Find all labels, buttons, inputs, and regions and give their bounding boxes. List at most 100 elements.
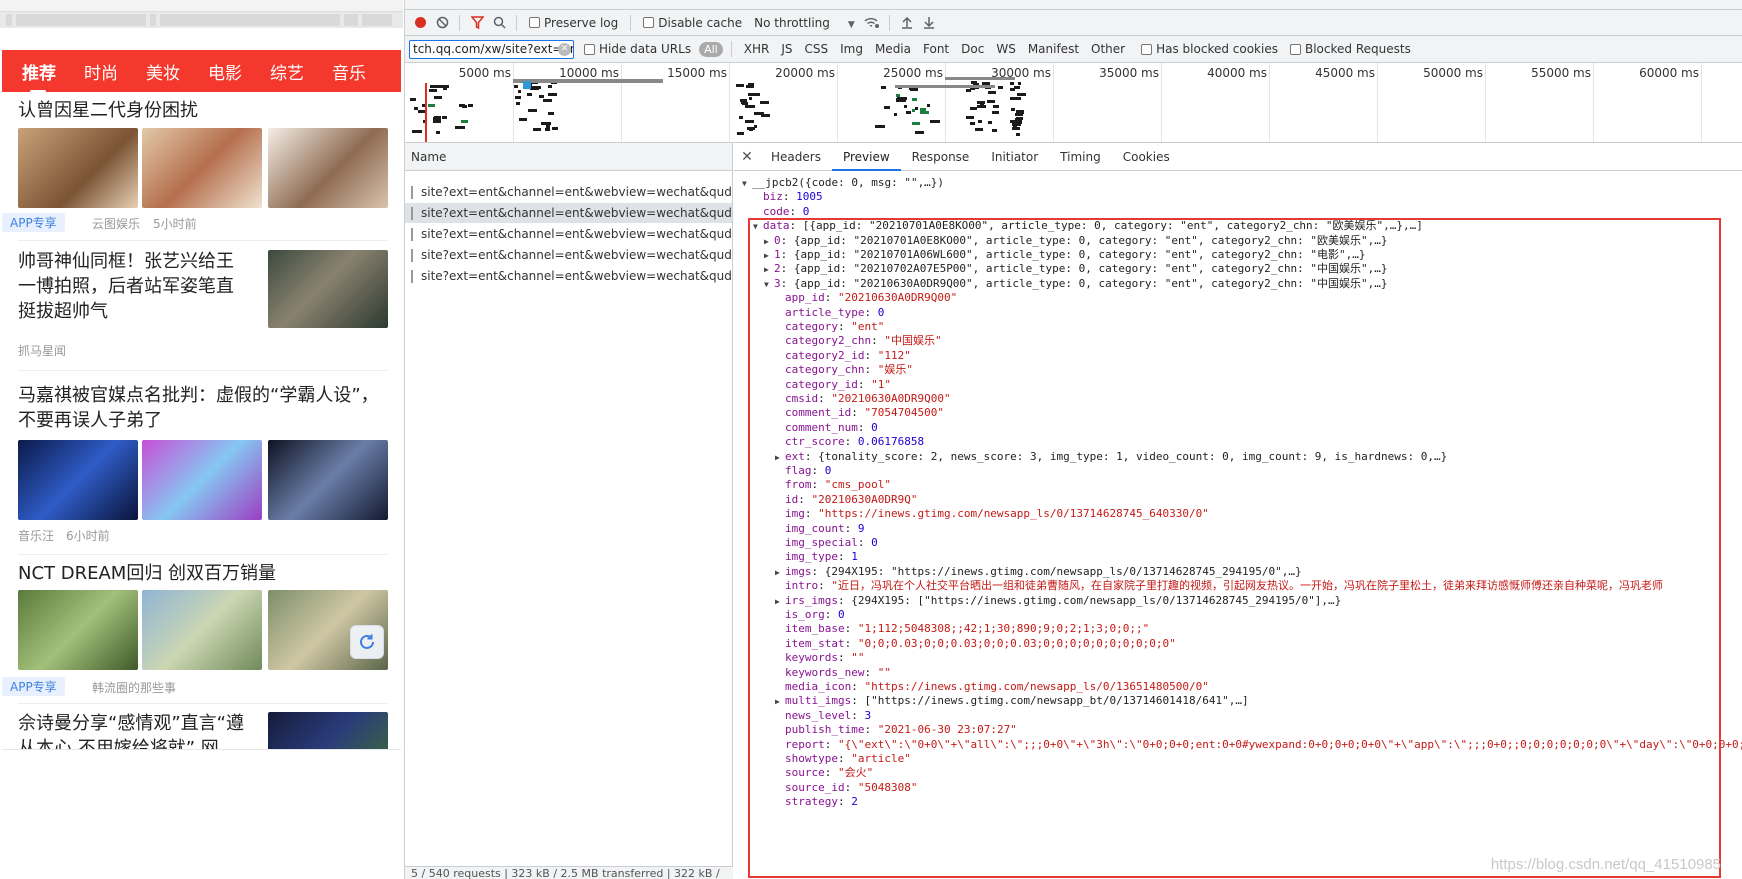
tab-initiator[interactable]: Initiator bbox=[980, 143, 1049, 171]
article-title[interactable]: 挺拔超帅气 bbox=[18, 298, 108, 325]
refresh-button[interactable] bbox=[350, 625, 384, 659]
devtools-tabs bbox=[405, 0, 1742, 10]
article-title[interactable]: 帅哥神仙同框！张艺兴给王 bbox=[18, 248, 234, 275]
close-icon[interactable]: ✕ bbox=[734, 149, 760, 165]
request-row[interactable]: site?ext=ent&channel=ent&webview=wechat&… bbox=[405, 182, 732, 203]
devtools-panel: Preserve log Disable cache No throttling… bbox=[404, 0, 1742, 879]
tab-headers[interactable]: Headers bbox=[760, 143, 832, 171]
checkbox-box[interactable] bbox=[643, 17, 655, 28]
json-key: item_stat bbox=[785, 636, 845, 650]
tab-preview[interactable]: Preview bbox=[831, 143, 901, 171]
import-har-button[interactable] bbox=[896, 12, 918, 34]
json-value: : bbox=[811, 478, 825, 492]
expand-triangle-icon[interactable]: ▼ bbox=[753, 219, 763, 235]
network-conditions-button[interactable] bbox=[861, 12, 883, 34]
article-thumbnail[interactable] bbox=[268, 128, 388, 208]
json-tree-line[interactable]: ▶ irs_imgs: {294X195: ["https://inews.gti… bbox=[775, 593, 1341, 609]
json-value: "娱乐" bbox=[877, 363, 913, 377]
throttling-select[interactable]: No throttling ▼ bbox=[754, 16, 855, 30]
request-row[interactable]: site?ext=ent&channel=ent&webview=wechat&… bbox=[405, 224, 732, 245]
json-key: is_org bbox=[785, 608, 825, 621]
json-value: "article" bbox=[851, 752, 911, 765]
app-exclusive-badge: APP专享 bbox=[2, 213, 65, 232]
record-icon bbox=[414, 17, 426, 28]
dom-content-loaded-marker bbox=[425, 83, 427, 142]
article-title[interactable]: NCT DREAM回归 创双百万销量 bbox=[18, 560, 276, 587]
type-filter-js[interactable]: JS bbox=[777, 42, 796, 56]
expand-triangle-icon[interactable]: ▼ bbox=[764, 277, 774, 293]
preserve-log-checkbox[interactable]: Preserve log bbox=[529, 16, 618, 30]
json-value: "2021-06-30 23:07:27" bbox=[877, 723, 1017, 737]
expand-triangle-icon[interactable]: ▼ bbox=[742, 176, 752, 192]
channel-tab-3[interactable]: 电影 bbox=[194, 59, 256, 84]
has-blocked-cookies-checkbox[interactable]: Has blocked cookies bbox=[1141, 42, 1278, 56]
json-key: comment_id bbox=[785, 406, 852, 420]
type-filter-other[interactable]: Other bbox=[1087, 42, 1129, 56]
toolbar-divider bbox=[516, 14, 517, 31]
json-value: "20210630A0DR9Q00" bbox=[831, 392, 951, 405]
json-tree-line[interactable]: ▶ ext: {tonality_score: 2, news_score: 3,… bbox=[775, 449, 1447, 465]
channel-tab-1[interactable]: 时尚 bbox=[70, 59, 132, 84]
article-thumbnail[interactable] bbox=[18, 128, 138, 208]
type-filter-all[interactable]: All bbox=[699, 41, 723, 57]
article-thumbnail[interactable] bbox=[142, 440, 262, 520]
article-thumbnail[interactable] bbox=[18, 590, 138, 670]
article-title[interactable]: 佘诗曼分享“感情观”直言“遵 bbox=[18, 710, 244, 737]
article-thumbnail[interactable] bbox=[268, 440, 388, 520]
channel-tab-2[interactable]: 美妆 bbox=[132, 59, 194, 84]
article-title[interactable]: 一博拍照，后者站军姿笔直 bbox=[18, 273, 234, 300]
checkbox-box[interactable] bbox=[529, 17, 540, 28]
type-filter-font[interactable]: Font bbox=[919, 42, 953, 56]
tab-response[interactable]: Response bbox=[901, 143, 981, 171]
article-title[interactable]: 不要再误人子弟了 bbox=[18, 407, 162, 434]
type-filter-img[interactable]: Img bbox=[836, 42, 867, 56]
json-value: : bbox=[837, 651, 852, 665]
json-value: : bbox=[837, 320, 852, 333]
request-name: site?ext=ent&channel=ent&webview=wechat&… bbox=[421, 184, 732, 199]
channel-tab-5[interactable]: 音乐 bbox=[318, 59, 380, 84]
tab-timing[interactable]: Timing bbox=[1049, 143, 1112, 171]
record-button[interactable] bbox=[409, 12, 431, 34]
clear-filter-icon[interactable]: ✕ bbox=[558, 42, 571, 56]
checkbox-box[interactable] bbox=[1289, 43, 1301, 55]
name-column-header[interactable]: Name bbox=[405, 143, 732, 171]
json-tree-line: strategy: 2 bbox=[775, 794, 858, 810]
type-filter-ws[interactable]: WS bbox=[992, 42, 1019, 56]
channel-tab-4[interactable]: 综艺 bbox=[256, 59, 318, 84]
filter-input[interactable]: tch.qq.com/xw/site?ext=ent ✕ bbox=[409, 39, 574, 59]
network-toolbar: Preserve log Disable cache No throttling… bbox=[405, 10, 1742, 36]
json-key: keywords_new bbox=[785, 665, 865, 679]
type-filter-css[interactable]: CSS bbox=[800, 42, 832, 56]
article-title[interactable]: 从本心 不用嫁给将就” 网 bbox=[18, 735, 219, 749]
checkbox-box[interactable] bbox=[1141, 43, 1153, 55]
disable-cache-checkbox[interactable]: Disable cache bbox=[643, 16, 742, 30]
json-key: from bbox=[785, 478, 812, 492]
type-filter-manifest[interactable]: Manifest bbox=[1024, 42, 1083, 56]
type-filter-doc[interactable]: Doc bbox=[957, 42, 988, 56]
article-title[interactable]: 马嘉祺被官媒点名批判：虚假的“学霸人设”， bbox=[18, 382, 379, 409]
filter-value: tch.qq.com/xw/site?ext=ent bbox=[413, 41, 574, 56]
request-row[interactable]: site?ext=ent&channel=ent&webview=wechat&… bbox=[405, 266, 732, 287]
mobile-preview: 推荐 时尚 美妆 电影 综艺 音乐 认曾因星二代身份困扰 APP专享 云图娱乐 … bbox=[0, 0, 403, 879]
article-thumbnail[interactable] bbox=[142, 128, 262, 208]
export-har-button[interactable] bbox=[918, 12, 940, 34]
network-overview-timeline[interactable]: 5000 ms 10000 ms 15000 ms 20000 ms 25000… bbox=[405, 63, 1742, 143]
detail-tabs: ✕ Headers Preview Response Initiator Tim… bbox=[734, 143, 1742, 171]
article-thumbnail[interactable] bbox=[268, 250, 388, 328]
request-row[interactable]: site?ext=ent&channel=ent&webview=wechat&… bbox=[405, 203, 732, 224]
request-row[interactable]: site?ext=ent&channel=ent&webview=wechat&… bbox=[405, 245, 732, 266]
channel-tab-0[interactable]: 推荐 bbox=[8, 59, 70, 93]
checkbox-box[interactable] bbox=[584, 43, 595, 55]
article-thumbnail[interactable] bbox=[18, 440, 138, 520]
type-filter-xhr[interactable]: XHR bbox=[740, 42, 774, 56]
type-filter-media[interactable]: Media bbox=[871, 42, 915, 56]
blocked-requests-checkbox[interactable]: Blocked Requests bbox=[1289, 42, 1411, 56]
article-thumbnail[interactable] bbox=[268, 712, 388, 749]
tab-cookies[interactable]: Cookies bbox=[1112, 143, 1181, 171]
article-title[interactable]: 认曾因星二代身份困扰 bbox=[18, 97, 198, 124]
search-button[interactable] bbox=[488, 12, 510, 34]
article-thumbnail[interactable] bbox=[142, 590, 262, 670]
clear-button[interactable] bbox=[431, 12, 453, 34]
hide-data-urls-checkbox[interactable]: Hide data URLs bbox=[584, 42, 691, 56]
filter-button[interactable] bbox=[466, 12, 488, 34]
